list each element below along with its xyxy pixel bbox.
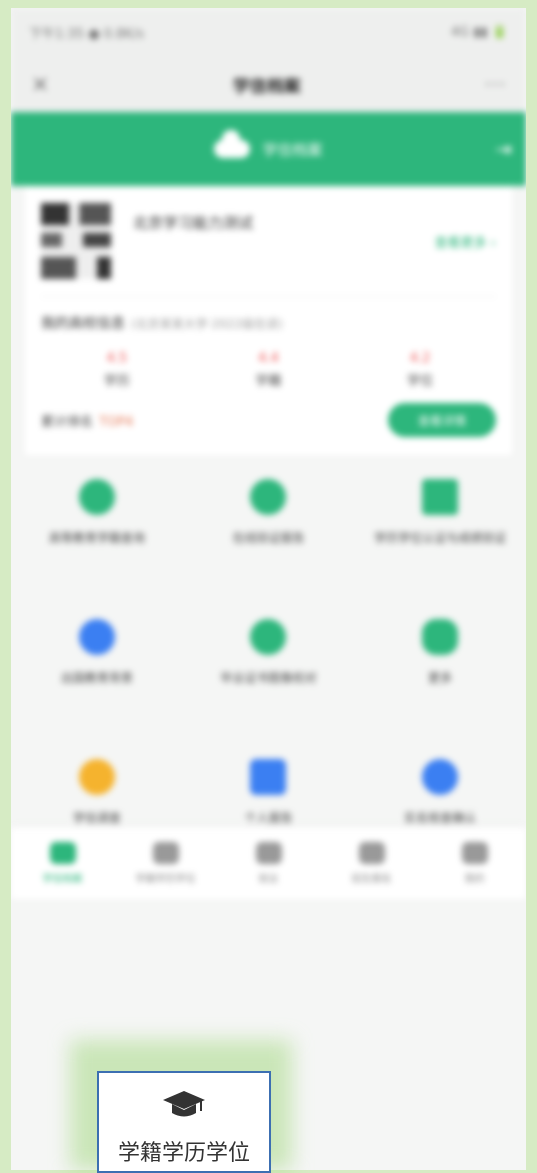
stat-label: 学籍 bbox=[255, 374, 282, 389]
tab-employment[interactable]: 就业 bbox=[229, 841, 309, 885]
grid-label: 更多 bbox=[428, 671, 453, 685]
stat-value: 4.2 bbox=[409, 351, 431, 366]
grid-label: 高等教育学籍查询 bbox=[48, 531, 145, 545]
profile-name: 北京学习能力测试 bbox=[133, 214, 254, 232]
rank-label: 累计排名 bbox=[41, 414, 94, 430]
grid-item[interactable]: 更多 bbox=[354, 619, 526, 759]
status-left: 下午1:35 ● 0.8K/s bbox=[29, 26, 145, 42]
stat-label: 学位 bbox=[407, 374, 434, 389]
stats-row: 4.5 学历 4.4 学籍 4.2 学位 bbox=[41, 351, 496, 389]
user-icon bbox=[461, 841, 488, 864]
rank-text: 累计排名 TOP4 bbox=[41, 411, 133, 430]
shield-icon bbox=[250, 479, 287, 515]
exit-icon[interactable]: ⇥ bbox=[495, 137, 512, 161]
stat-item[interactable]: 4.2 学位 bbox=[407, 351, 433, 389]
cloud-icon bbox=[214, 130, 251, 158]
bottom-tab-bar: 学信档案 学籍学历学位 就业 招生报名 我的 bbox=[11, 826, 526, 899]
view-more-link[interactable]: 查看更多 › bbox=[435, 232, 496, 251]
school-heading: 我的高校信息 (北京某某大学·2022级在读) bbox=[41, 313, 496, 333]
status-bar: 下午1:35 ● 0.8K/s 4G ▮▮ 🔋 bbox=[11, 8, 526, 56]
stat-item[interactable]: 4.5 学历 bbox=[104, 351, 130, 389]
more-icon[interactable]: ⋯ bbox=[484, 72, 506, 97]
header-title: 学信档案 bbox=[262, 140, 323, 159]
tab-enrollment[interactable]: 招生报名 bbox=[332, 841, 412, 885]
tab-degree[interactable]: 学籍学历学位 bbox=[126, 841, 206, 885]
graduation-cap-icon bbox=[152, 841, 179, 864]
building-icon bbox=[358, 841, 385, 864]
grid-item[interactable]: 学历学位认证与成绩验证 bbox=[354, 479, 526, 619]
grid-label: 个人报告 bbox=[244, 811, 293, 825]
briefcase-icon bbox=[255, 841, 282, 864]
profile-row: 北京学习能力测试 查看更多 › bbox=[41, 186, 496, 297]
person-icon bbox=[78, 479, 115, 515]
view-detail-button[interactable]: 查看详情 bbox=[388, 403, 496, 437]
school-title: 我的高校信息 bbox=[41, 316, 125, 332]
close-icon[interactable]: × bbox=[31, 72, 49, 97]
graduation-cap-icon bbox=[163, 1091, 205, 1117]
stat-value: 4.5 bbox=[106, 351, 128, 366]
tab-label: 我的 bbox=[464, 873, 485, 885]
card-icon bbox=[422, 479, 459, 515]
grid-item[interactable]: 出国教育背景 bbox=[11, 619, 183, 759]
blurred-app: 下午1:35 ● 0.8K/s 4G ▮▮ 🔋 × 学信档案 ⋯ 学信档案 ⇥ … bbox=[11, 8, 526, 899]
stat-value: 4.4 bbox=[258, 351, 279, 366]
grid-label: 实名核查确认 bbox=[404, 811, 477, 825]
grid-item[interactable]: 在线验证报告 bbox=[183, 479, 355, 619]
info-card: 北京学习能力测试 查看更多 › 我的高校信息 (北京某某大学·2022级在读) 4… bbox=[25, 186, 512, 455]
tab-label: 招生报名 bbox=[351, 873, 392, 885]
title-bar: × 学信档案 ⋯ bbox=[11, 56, 526, 112]
grid-item[interactable]: 毕业证书图像校对 bbox=[183, 619, 355, 759]
tab-label: 学信档案 bbox=[42, 873, 83, 885]
tab-archive[interactable]: 学信档案 bbox=[23, 841, 103, 885]
tab-mine[interactable]: 我的 bbox=[435, 841, 515, 885]
home-icon bbox=[49, 841, 76, 864]
school-subtitle: (北京某某大学·2022级在读) bbox=[131, 317, 283, 331]
stat-label: 学历 bbox=[103, 374, 130, 389]
clipboard-icon bbox=[250, 759, 287, 795]
rank-row: 累计排名 TOP4 查看详情 bbox=[41, 403, 496, 437]
globe-icon bbox=[78, 619, 115, 655]
chat-icon bbox=[422, 619, 459, 655]
stat-item[interactable]: 4.4 学籍 bbox=[255, 351, 281, 389]
school-section: 我的高校信息 (北京某某大学·2022级在读) 4.5 学历 4.4 学籍 4.2… bbox=[41, 297, 496, 455]
tab-label: 学籍学历学位 bbox=[135, 873, 196, 885]
tab-label: 就业 bbox=[258, 873, 279, 885]
app-header: 学信档案 ⇥ bbox=[11, 112, 526, 186]
smile-icon bbox=[78, 759, 115, 795]
phone-screen: 下午1:35 ● 0.8K/s 4G ▮▮ 🔋 × 学信档案 ⋯ 学信档案 ⇥ … bbox=[11, 8, 526, 1170]
grid-label: 学历学位认证与成绩验证 bbox=[374, 531, 507, 545]
qr-code-image[interactable] bbox=[41, 203, 111, 279]
rank-value: TOP4 bbox=[99, 414, 134, 430]
badge-icon bbox=[422, 759, 459, 795]
status-right: 4G ▮▮ 🔋 bbox=[450, 24, 508, 40]
grid-label: 在线验证报告 bbox=[232, 531, 305, 545]
tooltip-label: 学籍学历学位 bbox=[117, 1141, 250, 1166]
tab-tooltip[interactable]: 学籍学历学位 bbox=[97, 1071, 271, 1173]
user-check-icon bbox=[250, 619, 287, 655]
grid-label: 毕业证书图像校对 bbox=[220, 671, 317, 685]
grid-item[interactable]: 高等教育学籍查询 bbox=[11, 479, 183, 619]
grid-label: 出国教育背景 bbox=[60, 671, 133, 685]
grid-label: 学信调查 bbox=[72, 811, 121, 825]
page-title: 学信档案 bbox=[232, 76, 301, 97]
